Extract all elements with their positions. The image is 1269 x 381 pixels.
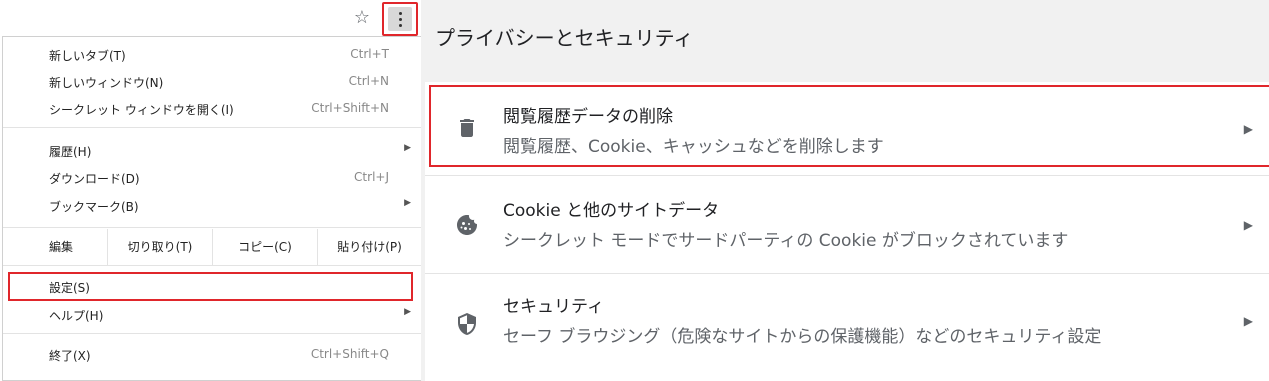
edit-row: 編集 切り取り(T) コピー(C) 貼り付け(P) <box>3 229 421 265</box>
submenu-arrow-icon: ▶ <box>404 307 411 317</box>
menu-item-shortcut: Ctrl+Shift+Q <box>310 347 389 361</box>
menu-divider <box>3 333 421 334</box>
menu-divider <box>3 127 421 128</box>
copy-button[interactable]: コピー(C) <box>213 229 317 265</box>
row-subtitle: セーフ ブラウジング（危険なサイトからの保護機能）などのセキュリティ設定 <box>503 327 1102 347</box>
menu-divider <box>3 265 421 266</box>
submenu-arrow-icon: ▶ <box>404 143 411 153</box>
chrome-menu: 新しいタブ(T) Ctrl+T 新しいウィンドウ(N) Ctrl+N シークレッ… <box>2 36 422 381</box>
menu-item-exit[interactable]: 終了(X) Ctrl+Shift+Q <box>3 341 421 369</box>
settings-page: プライバシーとセキュリティ 閲覧履歴データの削除 閲覧履歴、Cookie、キャッ… <box>421 0 1269 381</box>
clear-data-highlight <box>429 85 1269 167</box>
menu-item-label: シークレット ウィンドウを開く(I) <box>49 103 234 117</box>
menu-item-shortcut: Ctrl+T <box>350 47 389 61</box>
menu-divider <box>3 227 421 228</box>
menu-item-label: 履歴(H) <box>49 145 92 159</box>
menu-item-shortcut: Ctrl+Shift+N <box>311 101 389 115</box>
menu-item-label: ブックマーク(B) <box>49 200 139 214</box>
chevron-right-icon: ▶ <box>1243 218 1253 232</box>
menu-item-new-tab[interactable]: 新しいタブ(T) Ctrl+T <box>3 41 421 69</box>
row-cookies[interactable]: Cookie と他のサイトデータ シークレット モードでサードパーティの Coo… <box>425 176 1269 272</box>
menu-item-shortcut: Ctrl+J <box>354 170 389 184</box>
row-subtitle: シークレット モードでサードパーティの Cookie がブロックされています <box>503 231 1069 251</box>
menu-item-new-window[interactable]: 新しいウィンドウ(N) Ctrl+N <box>3 68 421 96</box>
bookmark-star-icon[interactable]: ☆ <box>350 6 374 30</box>
paste-button[interactable]: 貼り付け(P) <box>318 229 421 265</box>
menu-item-incognito[interactable]: シークレット ウィンドウを開く(I) Ctrl+Shift+N <box>3 95 421 123</box>
menu-button-highlight <box>382 2 418 36</box>
menu-item-bookmarks[interactable]: ブックマーク(B) ▶ <box>3 192 421 220</box>
settings-highlight <box>8 272 413 301</box>
submenu-arrow-icon: ▶ <box>404 198 411 208</box>
menu-item-history[interactable]: 履歴(H) ▶ <box>3 137 421 165</box>
menu-item-label: 新しいタブ(T) <box>49 49 126 63</box>
row-title: セキュリティ <box>503 297 604 317</box>
page-title: プライバシーとセキュリティ <box>435 26 694 50</box>
shield-icon <box>455 312 479 336</box>
edit-label: 編集 <box>49 240 74 254</box>
menu-item-label: ダウンロード(D) <box>49 172 140 186</box>
menu-item-shortcut: Ctrl+N <box>348 74 389 88</box>
cookie-icon <box>455 213 479 237</box>
settings-card: 閲覧履歴データの削除 閲覧履歴、Cookie、キャッシュなどを削除します ▶ C… <box>425 82 1269 381</box>
menu-item-help[interactable]: ヘルプ(H) ▶ <box>3 301 421 329</box>
cut-button[interactable]: 切り取り(T) <box>108 229 212 265</box>
row-title: Cookie と他のサイトデータ <box>503 201 720 221</box>
kebab-menu-icon[interactable] <box>388 7 412 31</box>
menu-item-label: 終了(X) <box>49 349 91 363</box>
row-security[interactable]: セキュリティ セーフ ブラウジング（危険なサイトからの保護機能）などのセキュリテ… <box>425 274 1269 370</box>
menu-item-label: 新しいウィンドウ(N) <box>49 76 164 90</box>
menu-item-label: ヘルプ(H) <box>49 309 104 323</box>
browser-toolbar: ☆ <box>0 0 421 36</box>
menu-item-downloads[interactable]: ダウンロード(D) Ctrl+J <box>3 164 421 192</box>
chevron-right-icon: ▶ <box>1243 314 1253 328</box>
